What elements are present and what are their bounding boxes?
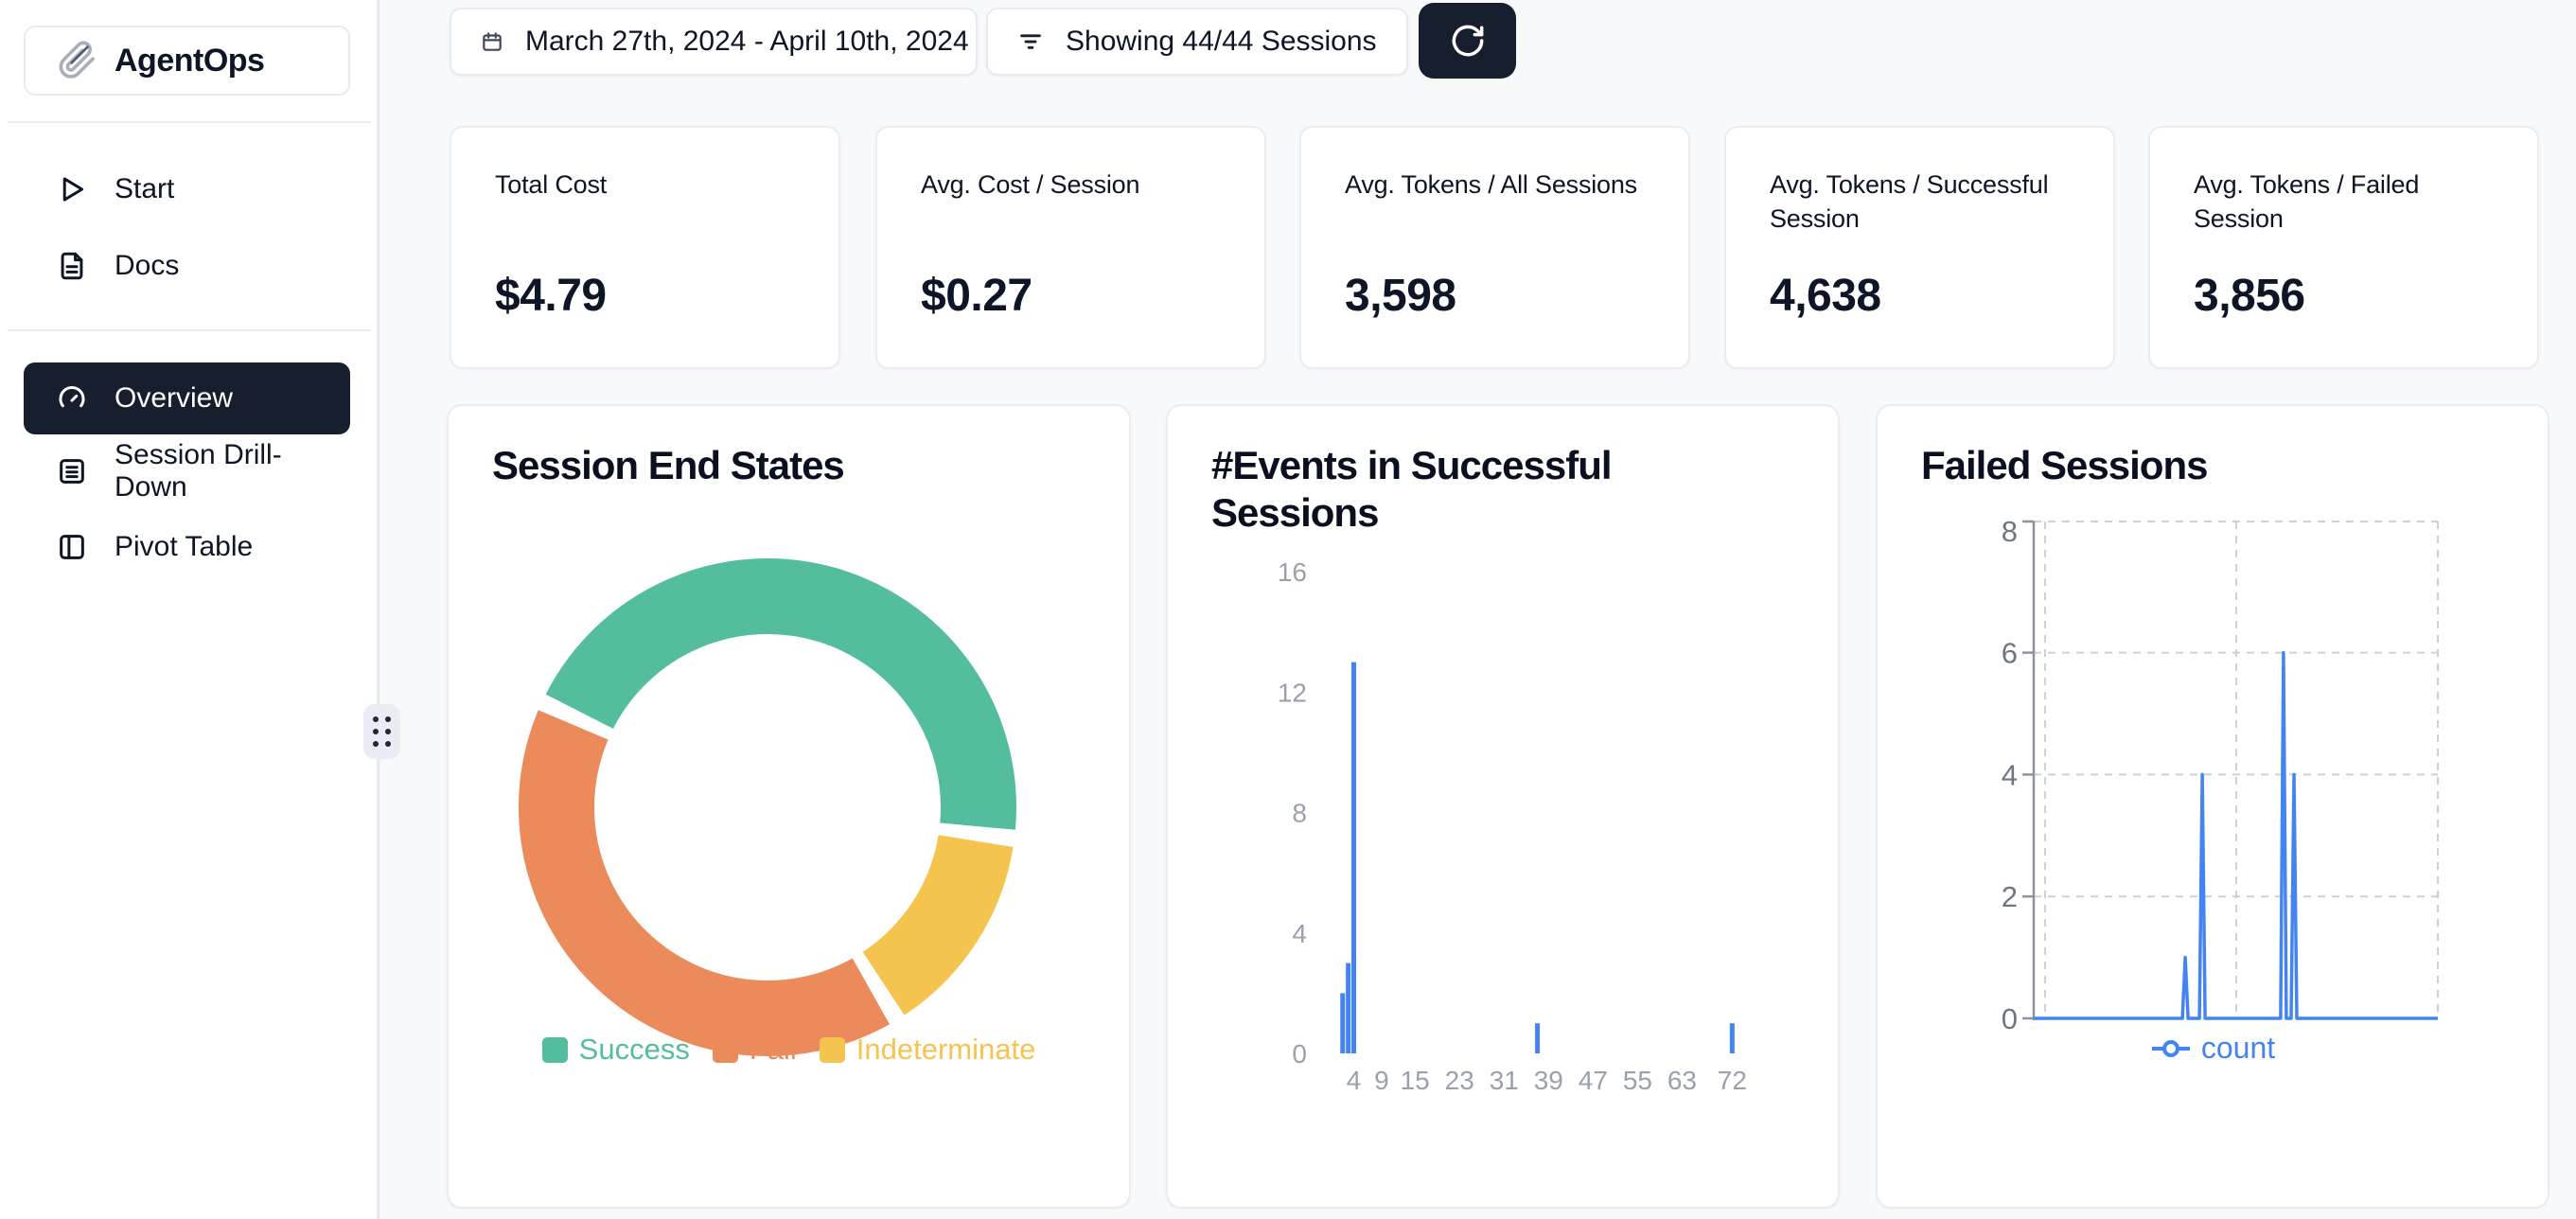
- logo[interactable]: AgentOps: [24, 26, 350, 96]
- sidebar-divider: [8, 121, 371, 123]
- sidebar-resize-handle[interactable]: [363, 704, 400, 759]
- legend-swatch: [820, 1037, 845, 1063]
- svg-text:72: 72: [1718, 1066, 1747, 1095]
- stat-label: Avg. Cost / Session: [921, 168, 1243, 202]
- panel-icon: [56, 531, 88, 563]
- legend-item-fail: Fail: [713, 1033, 797, 1067]
- svg-text:4: 4: [1292, 919, 1307, 948]
- sidebar-item-label: Docs: [115, 250, 179, 282]
- legend-swatch: [713, 1037, 738, 1063]
- stat-value: 3,598: [1345, 270, 1456, 322]
- events-histogram-card: #Events in Successful Sessions 048121649…: [1166, 404, 1840, 1209]
- svg-text:6: 6: [2002, 637, 2018, 670]
- main-content: March 27th, 2024 - April 10th, 2024 Show…: [382, 0, 2576, 1219]
- logo-text: AgentOps: [115, 43, 264, 80]
- legend-label: Fail: [750, 1033, 797, 1067]
- legend-label: Success: [579, 1033, 690, 1067]
- svg-text:55: 55: [1623, 1066, 1652, 1095]
- svg-text:8: 8: [2002, 515, 2018, 548]
- svg-text:31: 31: [1490, 1066, 1519, 1095]
- stat-value: $4.79: [495, 270, 607, 322]
- sessions-filter-button[interactable]: Showing 44/44 Sessions: [986, 8, 1408, 76]
- stat-card-avg-cost-session: Avg. Cost / Session $0.27: [875, 126, 1266, 369]
- donut-legend: Success Fail Indeterminate: [449, 1033, 1129, 1067]
- sidebar-item-pivot-table[interactable]: Pivot Table: [24, 510, 350, 584]
- svg-text:12: 12: [1278, 678, 1307, 707]
- stat-label: Total Cost: [495, 168, 817, 202]
- legend-label: count: [2201, 1031, 2275, 1066]
- sidebar: AgentOps Start Docs: [0, 0, 379, 1219]
- sidebar-divider: [8, 329, 371, 331]
- stat-value: 4,638: [1770, 270, 1881, 322]
- stat-label: Avg. Tokens / All Sessions: [1345, 168, 1667, 202]
- legend-swatch: [542, 1037, 568, 1063]
- sidebar-item-docs[interactable]: Docs: [24, 229, 350, 303]
- docs-icon: [56, 250, 88, 282]
- svg-text:23: 23: [1445, 1066, 1474, 1095]
- date-range-label: March 27th, 2024 - April 10th, 2024: [525, 26, 969, 58]
- failed-sessions-chart: 02468: [1878, 406, 2550, 1209]
- svg-text:15: 15: [1401, 1066, 1430, 1095]
- sidebar-item-label: Session Drill-Down: [115, 439, 350, 504]
- grip-dots-icon: [373, 716, 391, 747]
- sessions-filter-label: Showing 44/44 Sessions: [1066, 26, 1377, 58]
- refresh-icon: [1447, 20, 1489, 62]
- sidebar-item-label: Pivot Table: [115, 531, 253, 563]
- svg-text:4: 4: [1347, 1066, 1362, 1095]
- events-histogram-chart: 0481216491523313947556372: [1168, 406, 1840, 1209]
- session-end-states-card: Session End States Success Fail Indeterm…: [447, 404, 1131, 1209]
- svg-text:16: 16: [1278, 557, 1307, 587]
- gauge-icon: [56, 382, 88, 415]
- failed-sessions-card: Failed Sessions 02468 count: [1876, 404, 2550, 1209]
- play-icon: [56, 173, 88, 205]
- svg-text:9: 9: [1374, 1066, 1389, 1095]
- list-icon: [56, 455, 88, 487]
- sidebar-item-session-drill-down[interactable]: Session Drill-Down: [24, 434, 350, 508]
- paperclip-logo-icon: [54, 39, 97, 82]
- stat-card-avg-tokens-successful: Avg. Tokens / Successful Session 4,638: [1724, 126, 2115, 369]
- stat-card-avg-tokens-all: Avg. Tokens / All Sessions 3,598: [1299, 126, 1690, 369]
- stat-card-avg-tokens-failed: Avg. Tokens / Failed Session 3,856: [2148, 126, 2539, 369]
- svg-text:4: 4: [2002, 758, 2018, 791]
- filter-lines-icon: [1016, 27, 1045, 56]
- count-series-marker-icon: [2150, 1036, 2192, 1061]
- legend-label: Indeterminate: [856, 1033, 1036, 1067]
- stat-card-total-cost: Total Cost $4.79: [450, 126, 840, 369]
- legend-item-indeterminate: Indeterminate: [820, 1033, 1036, 1067]
- legend-item-success: Success: [542, 1033, 690, 1067]
- svg-text:63: 63: [1667, 1066, 1697, 1095]
- calendar-icon: [480, 29, 504, 54]
- svg-text:8: 8: [1292, 799, 1307, 828]
- stat-label: Avg. Tokens / Failed Session: [2194, 168, 2515, 237]
- svg-text:2: 2: [2002, 880, 2018, 913]
- line-legend: count: [1878, 1031, 2548, 1066]
- agentops-dashboard: AgentOps Start Docs: [0, 0, 2576, 1219]
- session-end-states-donut: [449, 406, 1131, 1209]
- stat-value: 3,856: [2194, 270, 2305, 322]
- svg-text:39: 39: [1534, 1066, 1563, 1095]
- sidebar-item-label: Overview: [115, 382, 233, 415]
- sidebar-item-label: Start: [115, 173, 174, 205]
- refresh-button[interactable]: [1419, 3, 1516, 79]
- stat-value: $0.27: [921, 270, 1032, 322]
- sidebar-item-overview[interactable]: Overview: [24, 362, 350, 434]
- stat-label: Avg. Tokens / Successful Session: [1770, 168, 2091, 237]
- sidebar-item-start[interactable]: Start: [24, 152, 350, 226]
- svg-text:47: 47: [1579, 1066, 1608, 1095]
- svg-text:0: 0: [1292, 1039, 1307, 1069]
- date-range-button[interactable]: March 27th, 2024 - April 10th, 2024: [450, 8, 978, 76]
